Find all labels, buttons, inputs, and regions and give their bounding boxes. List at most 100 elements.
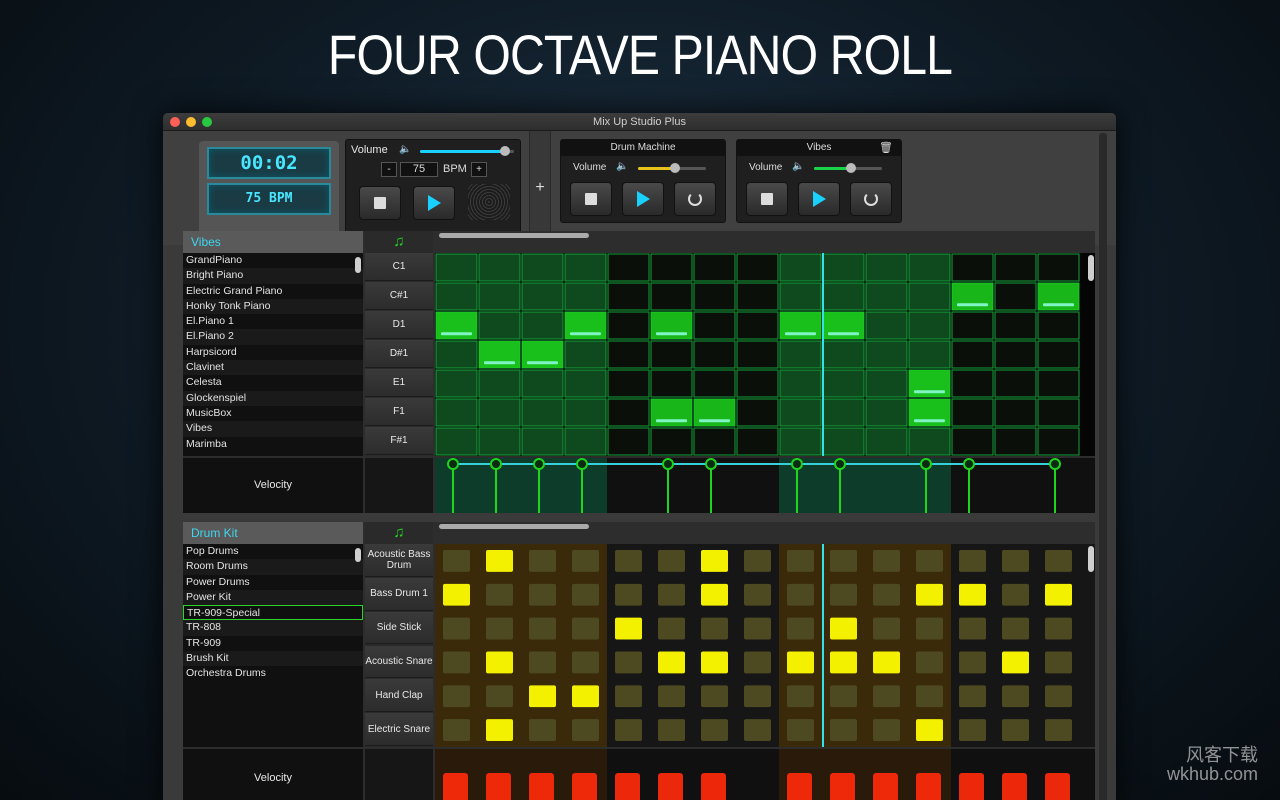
drum-pad bbox=[572, 583, 599, 606]
piano-grid-cell bbox=[736, 398, 779, 427]
piano-grid[interactable] bbox=[435, 253, 1095, 456]
piano-grid-cell bbox=[865, 340, 908, 369]
piano-grid-cell bbox=[564, 369, 607, 398]
master-volume-knob[interactable] bbox=[499, 146, 510, 156]
vibes-play-button[interactable] bbox=[798, 182, 840, 216]
drum-pad bbox=[1045, 617, 1072, 640]
piano-grid-cell bbox=[521, 311, 564, 340]
drum-grid[interactable] bbox=[435, 544, 1116, 747]
drum-kit-list-item[interactable]: Orchestra Drums bbox=[183, 666, 363, 681]
vibes-volume-slider[interactable] bbox=[814, 163, 882, 173]
instrument-list-item[interactable]: El.Piano 2 bbox=[183, 329, 363, 345]
piano-key[interactable]: F1 bbox=[365, 398, 433, 426]
drum-beat-band bbox=[435, 544, 607, 747]
minimize-window-button[interactable] bbox=[186, 117, 196, 127]
drum-sound-name[interactable]: Acoustic Snare bbox=[365, 645, 433, 679]
drum-pad bbox=[916, 617, 943, 640]
drum-grid-hscrollbar[interactable] bbox=[439, 524, 589, 529]
close-window-button[interactable] bbox=[170, 117, 180, 127]
piano-roll-hscrollbar[interactable] bbox=[439, 233, 589, 238]
drum-pad bbox=[529, 550, 556, 572]
instrument-list-item[interactable]: Electric Grand Piano bbox=[183, 284, 363, 299]
piano-key[interactable]: C1 bbox=[365, 253, 433, 281]
instrument-list-item[interactable]: MusicBox bbox=[183, 406, 363, 421]
bpm-input[interactable]: 75 bbox=[400, 162, 438, 177]
piano-grid-vscrollbar[interactable] bbox=[1088, 255, 1094, 281]
master-play-button[interactable] bbox=[413, 186, 455, 220]
drum-velocity-bar bbox=[1045, 773, 1070, 800]
piano-velocity-lane[interactable] bbox=[435, 458, 1116, 513]
piano-key[interactable]: C#1 bbox=[365, 282, 433, 310]
drum-kit-list-item[interactable]: Room Drums bbox=[183, 559, 363, 575]
drum-sound-name[interactable]: Bass Drum 1 bbox=[365, 577, 433, 611]
drum-kit-list-item[interactable]: Brush Kit bbox=[183, 651, 363, 667]
drum-kit-header[interactable]: Drum Kit bbox=[183, 522, 363, 544]
instrument-list-item[interactable]: GrandPiano bbox=[183, 253, 363, 268]
instrument-list-item[interactable]: Vibes bbox=[183, 421, 363, 437]
vibes-volume-knob[interactable] bbox=[846, 163, 857, 173]
piano-note-velocity-bar bbox=[441, 332, 472, 336]
vibes-volume-label: Volume bbox=[749, 162, 783, 173]
drum-sound-name[interactable]: Side Stick bbox=[365, 611, 433, 645]
piano-grid-cell bbox=[650, 427, 693, 456]
instrument-list-item[interactable]: Marimba bbox=[183, 437, 363, 452]
drum-volume-slider[interactable] bbox=[638, 163, 706, 173]
instrument-list-item[interactable]: Clavinet bbox=[183, 360, 363, 376]
drum-sound-name[interactable]: Acoustic Bass Drum bbox=[365, 544, 433, 577]
vibes-stop-button[interactable] bbox=[746, 182, 788, 216]
piano-grid-cell bbox=[822, 253, 865, 282]
drum-beat-band bbox=[607, 544, 779, 747]
drum-velocity-lane[interactable] bbox=[435, 749, 1116, 800]
drum-velocity-bar bbox=[787, 773, 812, 800]
drum-kit-list-scrollbar[interactable] bbox=[355, 548, 361, 562]
loop-icon bbox=[688, 192, 702, 206]
drum-grid-vscrollbar[interactable] bbox=[1088, 546, 1094, 572]
instrument-list-item[interactable]: El.Piano 1 bbox=[183, 314, 363, 329]
instrument-header[interactable]: Vibes bbox=[183, 231, 363, 253]
drum-kit-list-item[interactable]: TR-909-Special bbox=[183, 605, 363, 621]
drum-pad bbox=[658, 685, 685, 708]
music-note-icon[interactable]: ♫ bbox=[365, 231, 433, 253]
bpm-decrease-button[interactable]: - bbox=[381, 162, 397, 177]
drum-pad bbox=[529, 651, 556, 674]
piano-key[interactable]: D#1 bbox=[365, 340, 433, 368]
piano-key[interactable]: D1 bbox=[365, 311, 433, 339]
master-stop-button[interactable] bbox=[359, 186, 401, 220]
drum-volume-knob[interactable] bbox=[670, 163, 681, 173]
music-note-icon[interactable]: ♫ bbox=[365, 522, 433, 544]
instrument-list-scrollbar[interactable] bbox=[355, 257, 361, 273]
drum-stop-button[interactable] bbox=[570, 182, 612, 216]
drum-kit-list-item[interactable]: TR-909 bbox=[183, 636, 363, 651]
drum-sound-name[interactable]: Hand Clap bbox=[365, 679, 433, 713]
instrument-list-item[interactable]: Bright Piano bbox=[183, 268, 363, 284]
drum-kit-list-item[interactable]: Power Drums bbox=[183, 575, 363, 590]
instrument-list-item[interactable]: Celesta bbox=[183, 375, 363, 390]
drum-play-button[interactable] bbox=[622, 182, 664, 216]
drum-kit-list-item[interactable]: Power Kit bbox=[183, 589, 363, 606]
piano-key[interactable]: E1 bbox=[365, 369, 433, 397]
drum-loop-button[interactable] bbox=[674, 182, 716, 216]
drum-kit-list-item[interactable]: Pop Drums bbox=[183, 544, 363, 559]
bpm-increase-button[interactable]: + bbox=[471, 162, 487, 177]
drum-pad bbox=[1002, 719, 1029, 741]
stop-icon bbox=[761, 193, 773, 205]
drum-kit-list-item[interactable]: TR-808 bbox=[183, 620, 363, 636]
add-track-button[interactable]: + bbox=[529, 131, 551, 245]
piano-grid-cell bbox=[650, 253, 693, 282]
piano-grid-cell bbox=[779, 253, 822, 282]
bpm-label: BPM bbox=[443, 163, 467, 175]
instrument-list-item[interactable]: Honky Tonk Piano bbox=[183, 298, 363, 315]
piano-key[interactable]: F#1 bbox=[365, 427, 433, 455]
drum-pad bbox=[443, 617, 470, 640]
instrument-list-item[interactable]: Harpsicord bbox=[183, 345, 363, 360]
piano-grid-cell bbox=[779, 369, 822, 398]
window-scrollbar[interactable] bbox=[1099, 133, 1107, 800]
master-volume-slider[interactable] bbox=[420, 146, 514, 156]
instrument-list-item[interactable]: Glockenspiel bbox=[183, 390, 363, 406]
piano-grid-cell bbox=[607, 340, 650, 369]
drum-sound-name[interactable]: Electric Snare bbox=[365, 713, 433, 746]
zoom-window-button[interactable] bbox=[202, 117, 212, 127]
drum-pad bbox=[1002, 583, 1029, 606]
trash-icon[interactable]: 🗑 bbox=[879, 141, 893, 154]
vibes-loop-button[interactable] bbox=[850, 182, 892, 216]
